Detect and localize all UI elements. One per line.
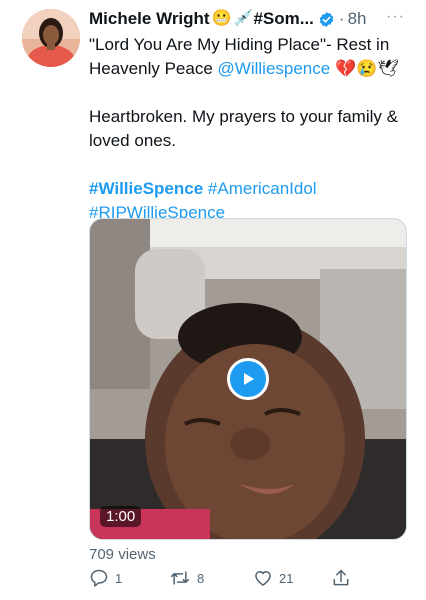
tweet-line-2: Heartbroken. My prayers to your family &…	[89, 107, 398, 150]
tweet-emojis: 💔😢🕊	[334, 59, 399, 78]
reply-button[interactable]: 1	[89, 568, 122, 588]
video-duration: 1:00	[100, 506, 142, 527]
hashtag-link[interactable]: #WillieSpence	[89, 179, 203, 198]
separator-dot: ·	[338, 9, 345, 28]
tweet-header: Michele Wright 😬 💉 #Som... · 8h ···	[89, 8, 419, 30]
tweet: Michele Wright 😬 💉 #Som... · 8h ··· "Lor…	[0, 0, 426, 600]
retweet-button[interactable]: 8	[169, 568, 204, 588]
retweet-count: 8	[197, 570, 205, 586]
author-name[interactable]: Michele Wright	[89, 9, 210, 29]
avatar-image	[22, 9, 80, 67]
heart-icon	[255, 571, 271, 586]
hashtag-link[interactable]: #AmericanIdol	[208, 179, 317, 198]
share-icon	[333, 569, 349, 586]
syringe-emoji: 💉	[233, 10, 254, 27]
author-name-suffix[interactable]: #Som...	[253, 9, 313, 29]
retweet-icon	[170, 571, 190, 585]
more-icon[interactable]: ···	[386, 8, 405, 26]
verified-badge-icon	[318, 11, 335, 28]
share-button[interactable]	[331, 568, 351, 588]
tweet-line-1: "Lord You Are My Hiding Place"- Rest in …	[89, 33, 409, 81]
like-button[interactable]: 21	[253, 568, 293, 588]
grimace-emoji: 😬	[211, 10, 232, 27]
mention-link[interactable]: @Williespence	[218, 59, 331, 78]
like-count: 21	[279, 570, 294, 586]
avatar[interactable]	[22, 9, 80, 67]
tweet-time[interactable]: 8h	[348, 9, 367, 29]
reply-count: 1	[115, 570, 123, 586]
play-button[interactable]	[227, 358, 269, 400]
action-bar: 1 8 21	[89, 568, 389, 598]
tweet-text: "Lord You Are My Hiding Place"- Rest in …	[89, 33, 409, 225]
video-player[interactable]: 1:00	[89, 218, 407, 540]
view-count[interactable]: 709 views	[89, 546, 156, 563]
play-icon	[244, 373, 254, 385]
reply-icon	[90, 569, 108, 587]
